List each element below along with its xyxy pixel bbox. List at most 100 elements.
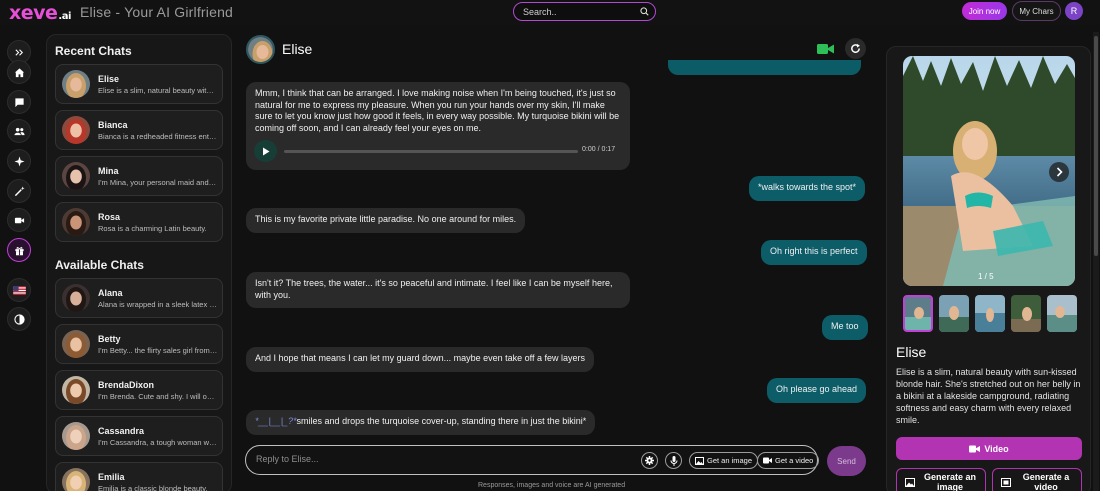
chat-card-alana[interactable]: Alana Alana is wrapped in a sleek latex o… [55,278,223,318]
search-icon[interactable] [640,6,649,17]
video-icon [969,445,981,452]
microphone-icon [670,455,677,466]
photo-thumbnail[interactable] [939,295,969,332]
image-icon [695,456,704,465]
audio-player[interactable]: 0:00 / 0:17 [254,140,619,162]
chat-card-description: Bianca is a redheaded fitness enthusiast… [98,132,218,141]
message-bubble-user: Oh right this is perfect [761,240,867,265]
audio-progress-track[interactable] [284,150,578,153]
icon-rail [0,33,38,491]
message-bubble-user [668,60,861,75]
send-button[interactable]: Send [827,446,866,476]
chat-card-description: I'm Betty... the flirty sales girl from … [98,346,218,355]
video-icon[interactable] [7,208,31,232]
chat-card-cassandra[interactable]: Cassandra I'm Cassandra, a tough woman wi… [55,416,223,456]
chat-title: Elise [282,41,313,57]
action-text: *‗‗|‗‗|‗?* [255,416,297,426]
refresh-icon [851,43,860,53]
play-icon [262,147,269,155]
avatar [62,208,90,236]
character-description: Elise is a slim, natural beauty with sun… [896,367,1081,425]
character-profile-panel: 1 / 5 Elise Elise is a slim, natural bea… [886,46,1091,491]
photo-thumbnail[interactable] [975,295,1005,332]
logo[interactable]: xeve.ai [9,2,71,24]
chat-card-name: Bianca [98,120,128,130]
video-icon [763,457,772,464]
avatar [62,70,90,98]
chat-card-name: Rosa [98,212,121,222]
image-icon [905,477,915,487]
message-bubble-user: Me too [822,315,868,340]
photo-thumbnail[interactable] [903,295,933,332]
video-call-icon[interactable] [817,43,834,55]
chat-card-brendadixon[interactable]: BrendaDixon I'm Brenda. Cute and shy. I w… [55,370,223,410]
scrollbar-thumb[interactable] [1094,36,1098,256]
avatar [62,162,90,190]
sparkle-icon[interactable] [7,149,31,173]
film-icon [1001,477,1011,487]
chat-card-name: BrendaDixon [98,380,155,390]
avatar [62,468,90,491]
chat-card-description: I'm Brenda. Cute and shy. I will open up… [98,392,218,401]
message-bubble-ai: This is my favorite private little parad… [246,208,526,233]
chat-card-elise[interactable]: Elise Elise is a slim, natural beauty wit… [55,64,223,104]
chat-card-name: Cassandra [98,426,145,436]
avatar [62,116,90,144]
chat-card-description: I'm Cassandra, a tough woman with a soft… [98,438,218,447]
chat-card-bianca[interactable]: Bianca Bianca is a redheaded fitness enth… [55,110,223,150]
gear-icon [645,456,654,465]
chat-card-name: Elise [98,74,120,84]
join-now-button[interactable]: Join now [962,2,1007,20]
message-bubble-user: *walks towards the spot* [749,176,866,201]
my-chars-button[interactable]: My Chars [1012,1,1061,21]
message-input[interactable] [256,454,556,464]
chevron-right-icon [1056,167,1063,177]
available-chats-heading: Available Chats [55,258,144,272]
us-flag-icon[interactable] [7,278,31,302]
chat-card-rosa[interactable]: Rosa Rosa is a charming Latin beauty. [55,202,223,242]
get-image-button[interactable]: Get an image [689,452,759,469]
message-bubble-user: Oh please go ahead [767,378,867,403]
settings-button[interactable] [641,452,658,469]
generate-image-button[interactable]: Generate an image [896,468,986,491]
photo-thumbnail[interactable] [1011,295,1041,332]
chat-card-description: Emilia is a classic blonde beauty. [98,484,208,491]
user-avatar[interactable]: R [1065,2,1083,20]
chat-card-description: Alana is wrapped in a sleek latex outfit… [98,300,218,309]
gift-icon[interactable] [7,238,31,262]
refresh-button[interactable] [845,38,866,59]
chat-card-emilia[interactable]: Emilia Emilia is a classic blonde beauty. [55,462,223,491]
contrast-icon[interactable] [7,307,31,331]
ai-disclaimer: Responses, images and voice are AI gener… [478,482,626,489]
chat-card-betty[interactable]: Betty I'm Betty... the flirty sales girl … [55,324,223,364]
chat-card-description: I'm Mina, your personal maid and assista… [98,178,218,187]
chat-avatar[interactable] [246,35,275,64]
users-icon[interactable] [7,119,31,143]
avatar [62,376,90,404]
play-button[interactable] [254,140,277,162]
next-photo-button[interactable] [1049,162,1069,182]
photo-thumbnail[interactable] [1047,295,1077,332]
top-bar: xeve.ai Elise - Your AI Girlfriend Join … [0,0,1100,25]
recent-chats-heading: Recent Chats [55,44,132,58]
video-button[interactable]: Video [896,437,1082,460]
search-box[interactable] [513,2,656,21]
avatar [62,422,90,450]
avatar [62,330,90,358]
chat-card-name: Alana [98,288,123,298]
chat-card-description: Elise is a slim, natural beauty with sun… [98,86,218,95]
magic-wand-icon[interactable] [7,179,31,203]
chat-card-name: Emilia [98,472,125,482]
avatar [62,284,90,312]
chat-card-name: Betty [98,334,121,344]
search-input[interactable] [523,6,640,17]
microphone-button[interactable] [665,452,682,469]
chat-sidebar: Recent Chats Elise Elise is a slim, natur… [46,34,232,491]
page-title: Elise - Your AI Girlfriend [80,4,234,20]
chat-card-mina[interactable]: Mina I'm Mina, your personal maid and ass… [55,156,223,196]
get-video-button[interactable]: Get a video [757,452,820,469]
message-bubble-ai: And I hope that means I can let my guard… [246,347,595,372]
home-icon[interactable] [7,60,31,84]
chat-icon[interactable] [7,90,31,114]
generate-video-button[interactable]: Generate a video [992,468,1082,491]
